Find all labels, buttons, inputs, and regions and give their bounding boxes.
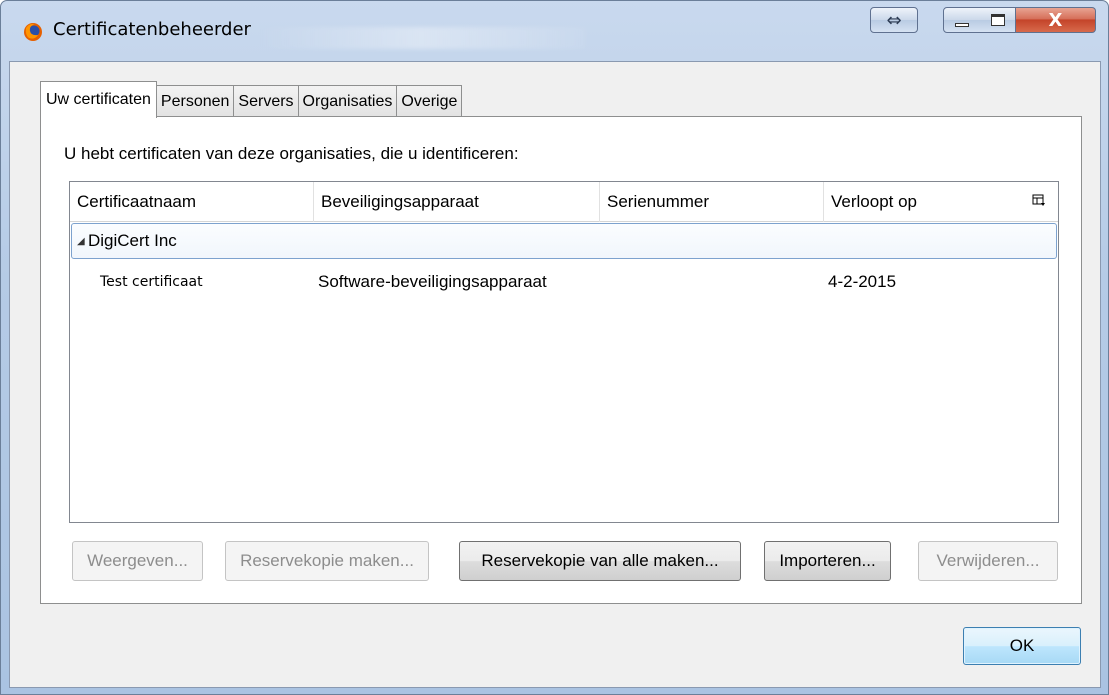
dialog-client-area: Uw certificaten Personen Servers Organis… [9, 61, 1101, 688]
close-icon: X [1048, 9, 1063, 31]
column-header-name[interactable]: Certificaatnaam [70, 182, 314, 222]
tree-header: Certificaatnaam Beveiligingsapparaat Ser… [70, 182, 1058, 222]
minimize-button[interactable] [943, 7, 981, 33]
certificate-tree[interactable]: Certificaatnaam Beveiligingsapparaat Ser… [69, 181, 1059, 523]
tab-people[interactable]: Personen [155, 85, 235, 117]
close-button[interactable]: X [1016, 7, 1096, 33]
firefox-icon [24, 23, 42, 41]
delete-button[interactable]: Verwijderen... [918, 541, 1058, 581]
column-picker-icon[interactable] [1032, 194, 1046, 208]
column-header-device[interactable]: Beveiligingsapparaat [314, 182, 600, 222]
backup-all-button[interactable]: Reservekopie van alle maken... [459, 541, 741, 581]
resize-arrows-icon: ⇔ [886, 9, 902, 31]
column-header-serial[interactable]: Serienummer [600, 182, 824, 222]
window-title: Certificatenbeheerder [53, 19, 251, 40]
column-header-expires[interactable]: Verloopt op [824, 182, 1029, 222]
group-label: DigiCert Inc [88, 231, 177, 250]
tab-your-certificates[interactable]: Uw certificaten [40, 81, 157, 118]
import-button[interactable]: Importeren... [764, 541, 891, 581]
maximize-icon [990, 14, 1005, 26]
resize-toggle-button[interactable]: ⇔ [870, 7, 918, 33]
cell-security-device: Software-beveiligingsapparaat [318, 272, 547, 291]
cell-certificate-name: Test certificaat [100, 274, 203, 290]
view-button[interactable]: Weergeven... [72, 541, 203, 581]
cell-expires-on: 4-2-2015 [828, 272, 897, 291]
ok-button[interactable]: OK [963, 627, 1081, 665]
title-background-blur [256, 27, 586, 49]
tree-row[interactable]: Test certificaat Software-beveiligingsap… [70, 266, 1056, 298]
expand-triangle-icon[interactable]: ◢ [77, 236, 85, 247]
tab-strip: Uw certificaten Personen Servers Organis… [40, 79, 463, 118]
tab-panel: U hebt certificaten van deze organisatie… [40, 116, 1082, 604]
tab-others[interactable]: Overige [396, 85, 463, 117]
minimize-icon [955, 23, 969, 27]
certificate-manager-window: Certificatenbeheerder ⇔ X Uw certificate… [0, 0, 1109, 695]
panel-intro-text: U hebt certificaten van deze organisatie… [64, 144, 519, 163]
tab-servers[interactable]: Servers [233, 85, 299, 117]
backup-button[interactable]: Reservekopie maken... [225, 541, 429, 581]
maximize-button[interactable] [980, 7, 1016, 33]
tab-authorities[interactable]: Organisaties [297, 85, 398, 117]
tree-group-row[interactable]: ◢ DigiCert Inc [71, 223, 1057, 259]
title-bar[interactable]: Certificatenbeheerder ⇔ X [1, 1, 1108, 61]
